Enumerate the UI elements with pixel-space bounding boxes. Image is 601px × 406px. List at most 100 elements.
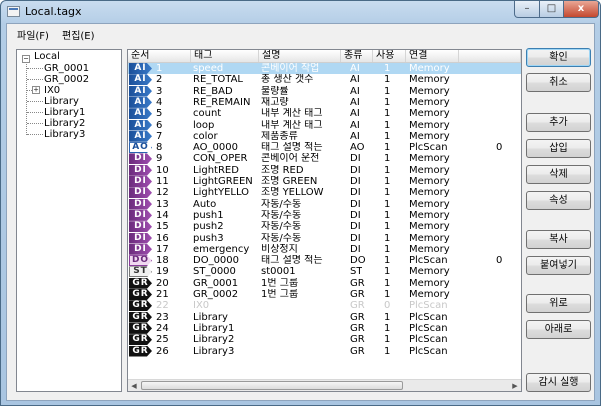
- cell-order: 16: [156, 232, 169, 244]
- close-button[interactable]: x: [563, 1, 599, 18]
- scroll-left-icon[interactable]: ◀: [128, 381, 140, 391]
- table-row[interactable]: DI 10 LightRED 조명 RED DI 1 Memory: [128, 164, 521, 176]
- header-extra[interactable]: [459, 50, 521, 62]
- table-row[interactable]: DO 18 DO_0000 태그 설명 적는 DO 1 PlcScan 0: [128, 255, 521, 267]
- header-description[interactable]: 설명: [259, 50, 341, 62]
- cell-use: 1: [384, 277, 391, 289]
- grid-header: 순서 태그 설명 종류 사용 연결: [128, 50, 521, 63]
- table-row[interactable]: DI 9 CON_OPER 콘베이어 운전 DI 1 Memory: [128, 153, 521, 165]
- table-row[interactable]: GR 25 Library2 GR 1 PlcScan: [128, 334, 521, 346]
- move-up-button[interactable]: 위로: [526, 294, 591, 313]
- cell-connection: Memory: [409, 243, 450, 255]
- cell-tag: count: [193, 108, 222, 120]
- cell-type: DI: [350, 232, 361, 244]
- tag-type-gr-icon: GR: [129, 300, 152, 312]
- tree-node-root[interactable]: Local: [34, 51, 60, 62]
- properties-button[interactable]: 속성: [526, 191, 591, 210]
- table-row[interactable]: AI 6 loop 내부 계산 태그 AI 1 Memory: [128, 119, 521, 131]
- cell-order: 7: [156, 130, 163, 142]
- cell-connection: Memory: [409, 266, 450, 278]
- cancel-button[interactable]: 취소: [526, 73, 591, 92]
- tree-line: [27, 68, 43, 69]
- table-row[interactable]: ST 19 ST_0000 st0001 ST 1 Memory: [128, 266, 521, 278]
- cell-description: 재고량: [261, 96, 289, 108]
- cell-type: DI: [350, 221, 361, 233]
- cell-tag: LightYELLO: [193, 187, 250, 199]
- tag-type-ai-icon: AI: [129, 74, 152, 86]
- table-row[interactable]: AI 7 color 제품종류 AI 1 Memory: [128, 130, 521, 142]
- header-order[interactable]: 순서: [128, 50, 191, 62]
- table-row[interactable]: GR 21 GR_0002 1번 그룹 GR 1 Memory: [128, 289, 521, 300]
- insert-button[interactable]: 삽입: [526, 139, 591, 158]
- paste-button[interactable]: 붙여넣기: [526, 256, 591, 275]
- move-down-button[interactable]: 아래로: [526, 320, 591, 339]
- table-row[interactable]: AI 5 count 내부 계산 태그 AI 1 Memory: [128, 108, 521, 120]
- cell-order: 20: [156, 277, 169, 289]
- tree-node[interactable]: Library: [44, 96, 79, 107]
- table-row[interactable]: DI 12 LightYELLO 조명 YELLOW DI 1 Memory: [128, 187, 521, 199]
- tree-node[interactable]: GR_0002: [44, 74, 89, 85]
- tree-node[interactable]: Library2: [44, 118, 85, 129]
- cell-type: AI: [350, 85, 360, 97]
- table-row[interactable]: GR 22 IX0 GR 0 PlcScan: [128, 300, 521, 312]
- menu-file[interactable]: 파일(F): [17, 27, 49, 42]
- tag-type-di-icon: DI: [129, 198, 152, 210]
- cell-order: 22: [156, 300, 169, 312]
- cell-connection: PlcScan: [409, 255, 448, 267]
- table-row[interactable]: AI 3 RE_BAD 불량률 AI 1 Memory: [128, 85, 521, 97]
- cell-use: 1: [384, 130, 391, 142]
- cell-type: DO: [350, 255, 366, 267]
- table-row[interactable]: DI 16 push3 자동/수동 DI 1 Memory: [128, 232, 521, 244]
- cell-tag: Library2: [193, 334, 235, 346]
- table-row[interactable]: AO 8 AO_0000 태그 설명 적는 AO 1 PlcScan 0: [128, 142, 521, 154]
- table-row[interactable]: DI 15 push2 자동/수동 DI 1 Memory: [128, 221, 521, 233]
- tree-node[interactable]: Library3: [44, 129, 85, 140]
- minimize-button[interactable]: –: [514, 1, 540, 18]
- add-button[interactable]: 추가: [526, 113, 591, 132]
- tree-node[interactable]: IX0: [44, 85, 60, 96]
- table-row[interactable]: DI 14 push1 자동/수동 DI 1 Memory: [128, 209, 521, 221]
- cell-connection: Memory: [409, 232, 450, 244]
- header-use[interactable]: 사용: [373, 50, 406, 62]
- horizontal-scrollbar[interactable]: ◀ ▶: [128, 379, 521, 391]
- ok-button[interactable]: 확인: [526, 48, 591, 67]
- table-row[interactable]: AI 1 speed 콘베이어 작업 AI 1 Memory: [128, 63, 521, 74]
- maximize-button[interactable]: □: [539, 1, 564, 18]
- title-bar[interactable]: Local.tagx – □ x: [1, 1, 600, 23]
- cell-order: 14: [156, 209, 169, 221]
- tree-expand-icon[interactable]: +: [32, 86, 40, 94]
- cell-use: 1: [384, 108, 391, 120]
- table-row[interactable]: GR 24 Library1 GR 1 PlcScan: [128, 322, 521, 334]
- table-row[interactable]: AI 4 RE_REMAIN 재고량 AI 1 Memory: [128, 96, 521, 108]
- header-connection[interactable]: 연결: [406, 50, 459, 62]
- table-row[interactable]: GR 23 Library GR 1 PlcScan: [128, 311, 521, 323]
- table-row[interactable]: DI 11 LightGREEN 조명 GREEN DI 1 Memory: [128, 176, 521, 187]
- header-type[interactable]: 종류: [341, 50, 373, 62]
- cell-connection: Memory: [409, 164, 450, 176]
- cell-use: 1: [384, 289, 391, 300]
- tree-node[interactable]: Library1: [44, 107, 85, 118]
- table-row[interactable]: GR 20 GR_0001 1번 그룹 GR 1 Memory: [128, 277, 521, 289]
- table-row[interactable]: GR 26 Library3 GR 1 PlcScan: [128, 345, 521, 357]
- menu-edit[interactable]: 편집(E): [62, 27, 95, 42]
- copy-button[interactable]: 복사: [526, 230, 591, 249]
- table-row[interactable]: AI 2 RE_TOTAL 총 생산 갯수 AI 1 Memory: [128, 74, 521, 86]
- header-tag[interactable]: 태그: [191, 50, 259, 62]
- tag-type-di-icon: DI: [129, 221, 152, 233]
- table-row[interactable]: DI 13 Auto 자동/수동 DI 1 Memory: [128, 198, 521, 210]
- delete-button[interactable]: 삭제: [526, 165, 591, 184]
- tag-type-ai-icon: AI: [129, 108, 152, 120]
- tag-grid[interactable]: 순서 태그 설명 종류 사용 연결 AI 1 speed 콘베이어 작업 AI 1 Memory AI 2…: [127, 49, 522, 392]
- tree-node[interactable]: GR_0001: [44, 63, 89, 74]
- tree-collapse-icon[interactable]: −: [22, 55, 30, 63]
- cell-connection: PlcScan: [409, 311, 448, 323]
- tree-line: [27, 123, 43, 124]
- table-row[interactable]: DI 17 emergency 비상정지 DI 1 Memory: [128, 243, 521, 255]
- tag-type-ai-icon: AI: [129, 85, 152, 97]
- cell-connection: PlcScan: [409, 334, 448, 346]
- scroll-thumb[interactable]: [141, 381, 403, 390]
- scroll-right-icon[interactable]: ▶: [509, 381, 521, 391]
- cell-connection: Memory: [409, 221, 450, 233]
- monitor-run-button[interactable]: 감시 실행: [526, 373, 591, 392]
- tag-tree[interactable]: − Local GR_0001 GR_0002 + IX0 Library Library…: [16, 49, 122, 392]
